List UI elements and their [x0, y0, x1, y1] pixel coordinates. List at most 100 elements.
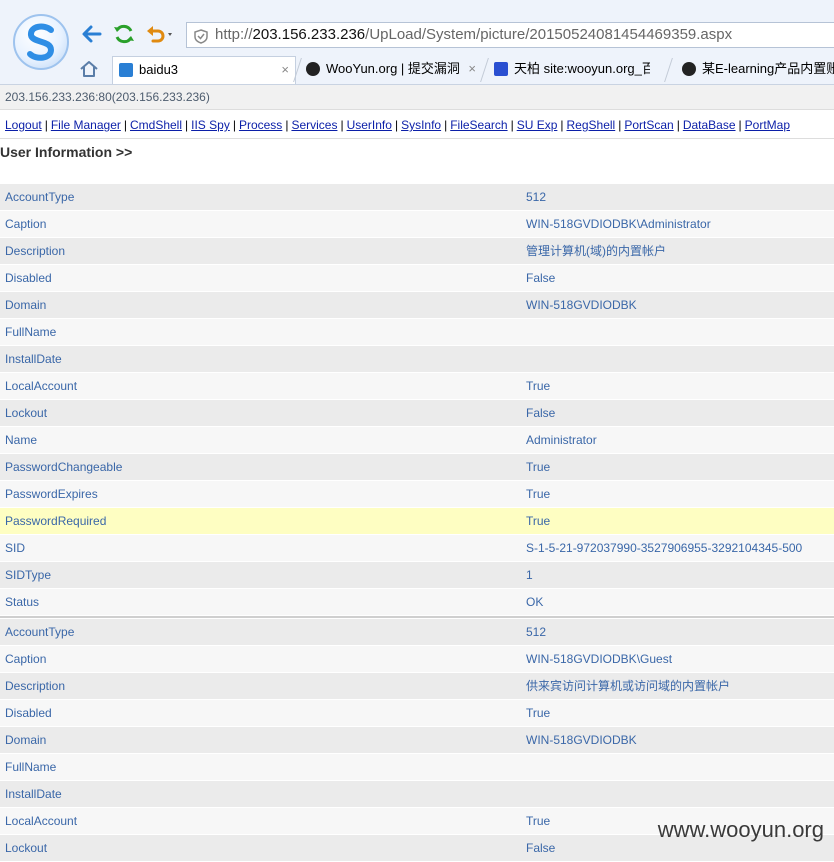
tab-wooyun[interactable]: WooYun.org | 提交漏洞 ×: [300, 56, 482, 84]
menu-cmdshell[interactable]: CmdShell: [130, 118, 182, 132]
browser-logo-icon[interactable]: [13, 14, 69, 70]
row-value: 管理计算机(域)的内置帐户: [526, 244, 666, 258]
table-row: Disabled True: [0, 700, 834, 727]
table-row: Lockout False: [0, 400, 834, 427]
tab-divider: [664, 58, 673, 82]
menu-database[interactable]: DataBase: [683, 118, 736, 132]
row-key: FullName: [5, 760, 57, 774]
row-value: True: [526, 514, 551, 528]
row-key: Disabled: [5, 271, 52, 285]
row-value: Administrator: [526, 433, 597, 447]
host-info: 203.156.233.236:80(203.156.233.236): [0, 85, 834, 110]
row-value: WIN-518GVDIODBK\Guest: [526, 652, 673, 666]
browser-toolbar: http://203.156.233.236/UpLoad/System/pic…: [0, 0, 834, 85]
tab-baidu-search[interactable]: 天柏 site:wooyun.org_百: [488, 56, 650, 84]
tab-label: 天柏 site:wooyun.org_百: [514, 61, 650, 76]
row-key: LocalAccount: [5, 379, 78, 393]
row-value: True: [526, 814, 551, 828]
tab-label: 某E-learning产品内置账: [702, 61, 834, 76]
tab-favicon-icon: [306, 62, 320, 76]
row-key: InstallDate: [5, 787, 62, 801]
menu-separator: |: [618, 118, 622, 132]
row-key: Caption: [5, 652, 47, 666]
row-key: SIDType: [5, 568, 52, 582]
row-value: False: [526, 406, 556, 420]
menu-iis-spy[interactable]: IIS Spy: [191, 118, 230, 132]
row-key: LocalAccount: [5, 814, 78, 828]
tab-elearning[interactable]: 某E-learning产品内置账: [676, 56, 834, 84]
menu-process[interactable]: Process: [239, 118, 282, 132]
paw-icon: [494, 62, 508, 76]
menu-separator: |: [185, 118, 189, 132]
row-key: Lockout: [5, 841, 48, 855]
row-key: PasswordRequired: [5, 514, 107, 528]
tab-close-icon[interactable]: ×: [468, 56, 476, 82]
row-value: 512: [526, 190, 547, 204]
menu-file-manager[interactable]: File Manager: [51, 118, 121, 132]
section-title: User Information >>: [0, 144, 133, 160]
row-value: True: [526, 460, 551, 474]
menu-sysinfo[interactable]: SysInfo: [401, 118, 441, 132]
row-key: InstallDate: [5, 352, 62, 366]
shield-icon: [194, 28, 208, 47]
tab-label: baidu3: [139, 62, 179, 77]
menu-userinfo[interactable]: UserInfo: [347, 118, 392, 132]
row-key: AccountType: [5, 190, 75, 204]
row-value: 512: [526, 625, 547, 639]
menu-su-exp[interactable]: SU Exp: [517, 118, 558, 132]
table-row: Caption WIN-518GVDIODBK\Guest: [0, 646, 834, 673]
row-value: True: [526, 706, 551, 720]
tab-favicon-icon: [682, 62, 696, 76]
row-key: Caption: [5, 217, 47, 231]
row-key: AccountType: [5, 625, 75, 639]
url-prefix: http://: [215, 26, 253, 43]
row-key: Domain: [5, 298, 47, 312]
tab-baidu3[interactable]: baidu3 ×: [112, 56, 296, 84]
row-value: 供来宾访问计算机或访问域的内置帐户: [526, 679, 731, 693]
watermark: www.wooyun.org: [657, 817, 824, 842]
row-key: Domain: [5, 733, 47, 747]
home-icon[interactable]: [79, 59, 99, 83]
row-value: WIN-518GVDIODBK\Administrator: [526, 217, 711, 231]
table-row-highlighted: PasswordRequired True: [0, 508, 834, 535]
table-row: Caption WIN-518GVDIODBK\Administrator: [0, 211, 834, 238]
menu-services[interactable]: Services: [291, 118, 337, 132]
table-row: PasswordChangeable True: [0, 454, 834, 481]
table-row: Domain WIN-518GVDIODBK: [0, 292, 834, 319]
undo-close-icon[interactable]: [144, 22, 176, 46]
row-value: 1: [526, 568, 533, 582]
row-key: Name: [5, 433, 38, 447]
menu-filesearch[interactable]: FileSearch: [450, 118, 507, 132]
row-key: Disabled: [5, 706, 52, 720]
divider: [0, 138, 834, 139]
menu-portscan[interactable]: PortScan: [624, 118, 673, 132]
menu-separator: |: [340, 118, 344, 132]
menu-separator: |: [510, 118, 514, 132]
table-row: Domain WIN-518GVDIODBK: [0, 727, 834, 754]
menu-separator: |: [232, 118, 236, 132]
row-value: True: [526, 379, 551, 393]
row-key: Lockout: [5, 406, 48, 420]
menu-separator: |: [560, 118, 564, 132]
row-key: Description: [5, 244, 66, 258]
menu-separator: |: [676, 118, 680, 132]
table-row: SID S-1-5-21-972037990-3527906955-3292104…: [0, 535, 834, 562]
menu-portmap[interactable]: PortMap: [745, 118, 790, 132]
row-key: Status: [5, 595, 40, 609]
menu-regshell[interactable]: RegShell: [567, 118, 616, 132]
tab-label: WooYun.org | 提交漏洞: [326, 61, 460, 76]
row-value: False: [526, 841, 556, 855]
address-bar[interactable]: http://203.156.233.236/UpLoad/System/pic…: [186, 22, 834, 48]
table-row: Disabled False: [0, 265, 834, 292]
back-arrow-icon[interactable]: [80, 22, 104, 46]
menu-logout[interactable]: Logout: [5, 118, 42, 132]
table-row: FullName: [0, 754, 834, 781]
menu-separator: |: [444, 118, 448, 132]
table-row: Status OK: [0, 589, 834, 616]
tab-close-icon[interactable]: ×: [281, 57, 289, 83]
row-key: Description: [5, 679, 66, 693]
refresh-icon[interactable]: [112, 22, 136, 46]
tab-favicon-icon: [119, 63, 133, 77]
menu-separator: |: [738, 118, 742, 132]
table-row: PasswordExpires True: [0, 481, 834, 508]
